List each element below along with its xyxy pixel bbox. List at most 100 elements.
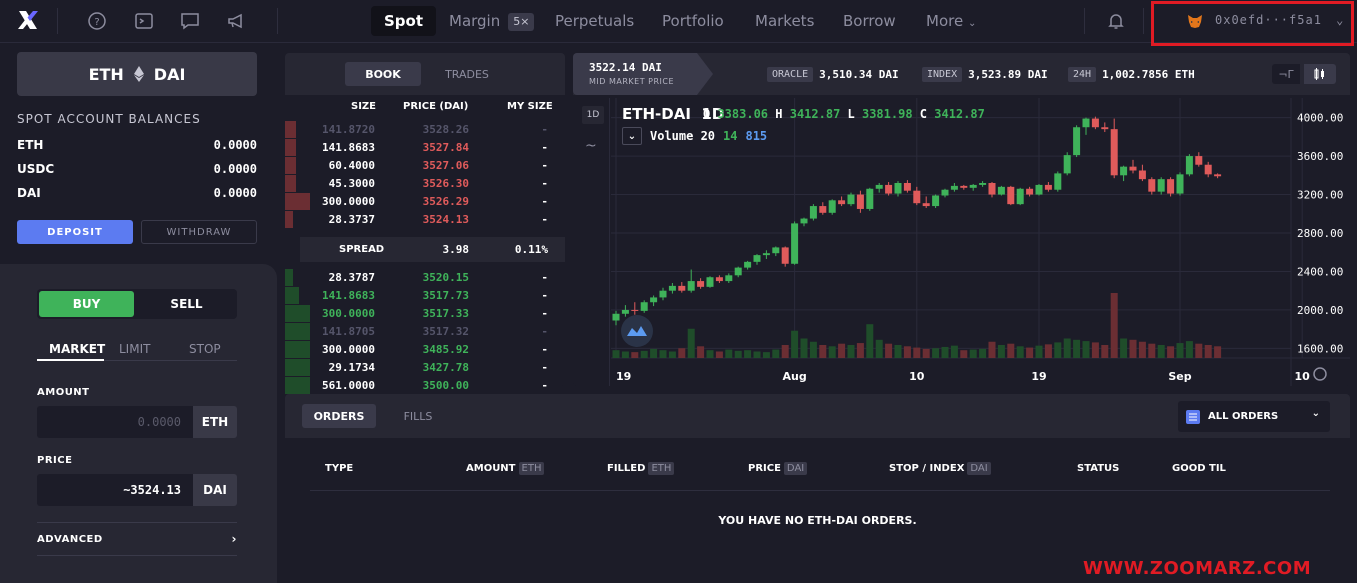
tab-portfolio[interactable]: Portfolio [662,6,724,36]
metamask-fox-icon [1188,15,1202,28]
order-type-active-indicator [37,359,104,361]
candle-body [1176,174,1184,194]
volume-bar [1120,338,1128,358]
candle-body [1167,179,1175,194]
y-tick-label: 2800.00 [1297,227,1343,240]
ask-row[interactable]: 141.8720 3528.26 - [285,121,565,138]
tab-more[interactable]: More ⌄ [926,6,976,36]
x-tick-label: 19 [616,370,631,383]
terminal-icon[interactable] [133,10,155,32]
balance-row: DAI 0.0000 [17,186,257,200]
bid-row[interactable]: 141.8683 3517.73 - [285,287,565,304]
volume-bar [678,348,686,358]
ask-row[interactable]: 45.3000 3526.30 - [285,175,565,192]
bell-icon[interactable] [1105,10,1127,32]
balance-amount: 0.0000 [213,138,257,152]
price-input[interactable]: ~3524.13 [37,474,193,506]
candle-body [1044,184,1052,190]
dydx-logo-icon[interactable] [16,8,40,32]
chevron-down-icon: ⌄ [967,18,977,29]
withdraw-button[interactable]: WITHDRAW [141,220,257,244]
depth-chart-toggle[interactable]: ¬Γ [1272,64,1300,84]
my-size: - [541,289,548,302]
candle-body [678,285,686,291]
indicator-icon[interactable]: ~ [585,138,597,154]
candle-body [1185,156,1193,175]
column-label: STATUS [1077,463,1120,474]
volume-bar [1073,339,1081,358]
column-stop-index: STOP / INDEX DAI [889,462,991,475]
column-label: AMOUNT [466,463,516,474]
y-tick-label: 1600.00 [1297,342,1343,355]
ask-row[interactable]: 60.4000 3527.06 - [285,157,565,174]
depth-bar [285,359,311,376]
my-size: - [541,159,548,172]
candle-body [640,302,648,311]
candle-body [988,183,996,195]
candle-body [828,200,836,213]
ask-row[interactable]: 300.0000 3526.29 - [285,193,565,210]
volume-bar [819,345,827,358]
column-status: STATUS [1077,463,1119,474]
order-type-stop[interactable]: STOP [189,342,221,356]
candle-body [744,261,752,268]
help-icon[interactable]: ? [86,10,108,32]
advanced-toggle[interactable]: ADVANCED › [37,522,237,556]
my-size: - [541,325,548,338]
tab-spot[interactable]: Spot [371,6,437,36]
bid-row[interactable]: 300.0000 3485.92 - [285,341,565,358]
order-type-limit[interactable]: LIMIT [119,342,150,356]
candle-body [1157,179,1165,192]
my-size: - [541,123,548,136]
bid-row[interactable]: 300.0000 3517.33 - [285,305,565,322]
volume-bar [847,345,855,358]
order-size: 300.0000 [322,195,375,208]
tradingview-logo-icon[interactable] [620,314,654,348]
candle-chart-toggle[interactable] [1304,64,1336,84]
x-tick-label: 10 [909,370,925,383]
tab-markets[interactable]: Markets [755,6,814,36]
collapse-legend-button[interactable]: ⌄ [622,127,642,145]
settings-gear-icon[interactable] [1313,367,1327,381]
ask-row[interactable]: 141.8683 3527.84 - [285,139,565,156]
market-selector-button[interactable]: ETH DAI [17,52,257,96]
nav-divider [57,8,58,34]
tab-margin[interactable]: Margin 5× [449,6,535,36]
megaphone-icon[interactable] [225,10,247,32]
chat-icon[interactable] [179,10,201,32]
sell-button[interactable]: SELL [138,291,235,317]
price-label: PRICE [37,455,73,466]
depth-bar [285,305,311,322]
bid-row[interactable]: 28.3787 3520.15 - [285,269,565,286]
volume-bar [650,348,658,358]
volume-value-a: 14 [723,129,738,143]
wallet-address-button[interactable]: 0x0efd···f5a1 ⌄ [1215,13,1344,27]
tab-trades[interactable]: TRADES [441,62,493,86]
volume-bar [668,351,676,358]
tab-borrow[interactable]: Borrow [843,6,896,36]
volume-bar [1157,345,1165,358]
amount-input[interactable]: 0.0000 [37,406,193,438]
tab-fills[interactable]: FILLS [396,404,440,428]
ask-row[interactable]: 28.3737 3524.13 - [285,211,565,228]
bid-row[interactable]: 561.0000 3500.00 - [285,377,565,394]
balance-asset: DAI [17,186,41,200]
tab-book[interactable]: BOOK [345,62,421,86]
interval-button[interactable]: 1D [582,106,604,124]
order-size: 28.3737 [328,213,375,226]
buy-button[interactable]: BUY [39,291,134,317]
tab-orders[interactable]: ORDERS [302,404,376,428]
order-type-market[interactable]: MARKET [49,342,105,356]
volume-bar [800,338,808,358]
tab-perpetuals[interactable]: Perpetuals [555,6,634,36]
deposit-button[interactable]: DEPOSIT [17,220,133,244]
my-size: - [541,195,548,208]
volume-bar [1016,346,1024,358]
bid-row[interactable]: 29.1734 3427.78 - [285,359,565,376]
my-size: - [541,379,548,392]
bid-row[interactable]: 141.8705 3517.32 - [285,323,565,340]
orders-filter-dropdown[interactable]: ALL ORDERS ⌄ [1178,401,1330,432]
depth-chart-icon: ¬Γ [1278,67,1294,81]
candle-body [1026,188,1034,195]
volume-bar [1044,344,1052,358]
